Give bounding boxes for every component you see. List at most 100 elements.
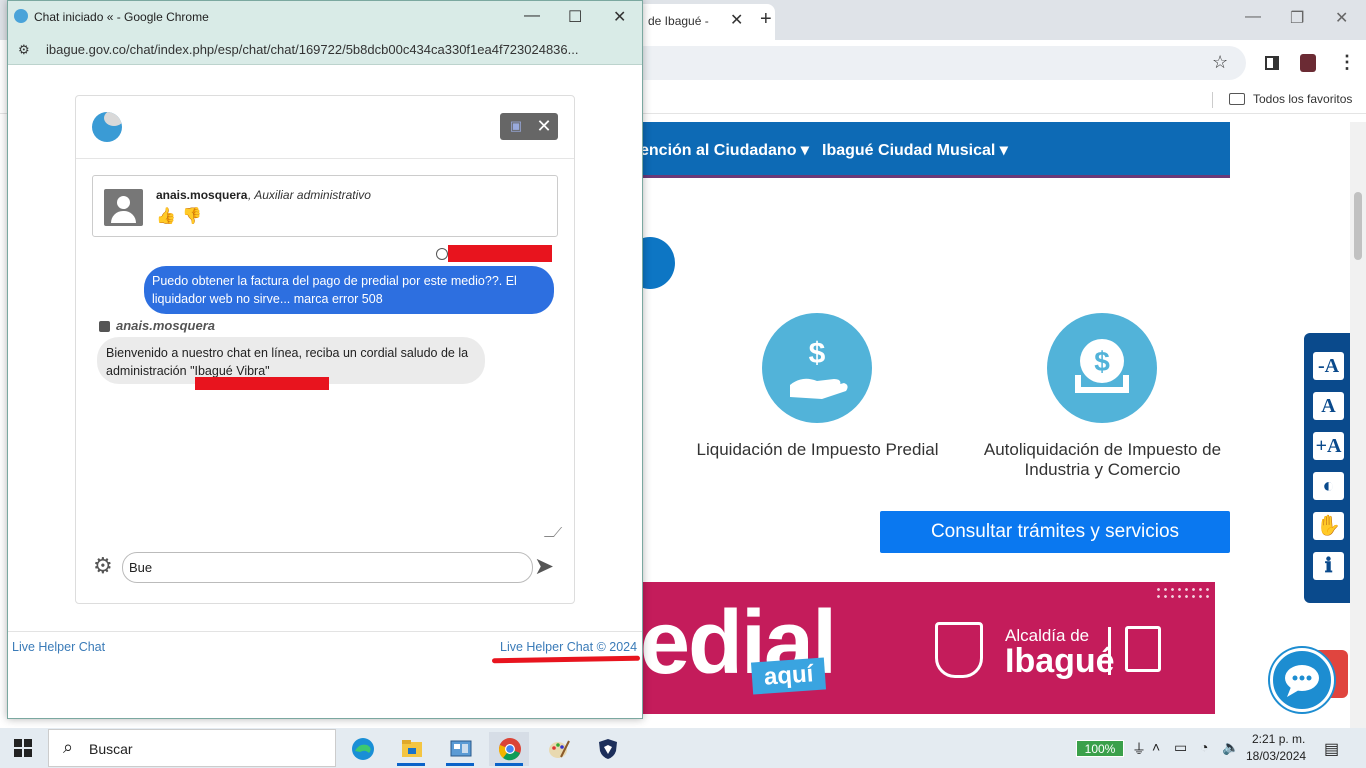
agent-avatar <box>104 189 143 226</box>
accessibility-toolbar: -A A +A ◐ ✋ ℹ <box>1304 333 1350 603</box>
tab-close-icon[interactable]: ✕ <box>730 10 743 30</box>
banner-ibague-label: Ibagué <box>1005 642 1115 680</box>
battery-icon[interactable]: ▭ <box>1174 739 1187 756</box>
service-label-predial[interactable]: Liquidación de Impuesto Predial <box>690 440 945 460</box>
clock-time[interactable]: 2:21 p. m. <box>1252 732 1305 746</box>
side-panel-icon[interactable] <box>1265 56 1279 70</box>
scrollbar-thumb[interactable] <box>1354 192 1362 260</box>
paint-icon[interactable] <box>538 732 578 766</box>
site-navigation: ención al Ciudadano ▾ Ibagué Ciudad Musi… <box>640 122 1230 178</box>
decrease-font-button[interactable]: -A <box>1313 352 1344 380</box>
service-label-industria[interactable]: Autoliquidación de Impuesto de Industria… <box>975 440 1230 480</box>
popup-title: Chat iniciado « - Google Chrome <box>34 10 209 24</box>
info-icon[interactable]: ℹ <box>1313 552 1344 580</box>
site-settings-icon[interactable]: ⚙ <box>18 42 30 58</box>
operator-icon <box>99 321 110 332</box>
battery-percentage[interactable]: 100% <box>1076 740 1124 757</box>
agent-name: anais.mosquera <box>156 188 248 202</box>
search-placeholder: Buscar <box>89 741 133 757</box>
chat-header: ▣ ✕ <box>76 96 574 159</box>
chrome-icon[interactable] <box>489 732 529 766</box>
browser-tab-title: de Ibagué - <box>648 14 709 28</box>
popup-titlebar[interactable]: Chat iniciado « - Google Chrome — ☐ ✕ <box>8 1 642 33</box>
notifications-icon[interactable]: ▤ <box>1324 739 1339 759</box>
windows-start-icon[interactable] <box>14 739 32 757</box>
wifi-icon[interactable]: ◔ <box>1200 739 1208 755</box>
chevron-up-icon[interactable]: ˄ <box>1152 739 1160 755</box>
edge-icon[interactable] <box>342 732 382 766</box>
operator-name-label: anais.mosquera <box>116 318 215 333</box>
svg-text:$: $ <box>809 337 826 370</box>
running-indicator <box>495 763 523 766</box>
footer-link-left[interactable]: Live Helper Chat <box>12 640 105 654</box>
coin-tray-icon[interactable]: $ <box>1047 313 1157 423</box>
popup-maximize-button[interactable]: ☐ <box>568 7 582 27</box>
popup-url-bar[interactable]: ⚙ ibague.gov.co/chat/index.php/esp/chat/… <box>8 33 642 65</box>
address-bar[interactable] <box>600 46 1246 80</box>
banner-aqui-badge: aquí <box>750 657 827 695</box>
bookmark-star-icon[interactable]: ☆ <box>1212 52 1228 73</box>
predial-banner[interactable]: edial aquí Alcaldía de Ibagué <box>640 582 1215 714</box>
visitor-message-bubble: Puedo obtener la factura del pago de pre… <box>144 266 554 314</box>
restore-button[interactable]: ❐ <box>1290 8 1304 28</box>
hand-money-icon[interactable]: $ <box>762 313 872 423</box>
bird-favicon-icon <box>14 9 28 23</box>
resize-grip-icon[interactable] <box>543 527 563 537</box>
popup-url-text[interactable]: ibague.gov.co/chat/index.php/esp/chat/ch… <box>46 42 636 57</box>
minimize-button[interactable]: — <box>1245 8 1261 26</box>
all-bookmarks-label[interactable]: Todos los favoritos <box>1253 92 1352 106</box>
footer-link-right[interactable]: Live Helper Chat © 2024 <box>500 640 637 654</box>
chat-card: ▣ ✕ anais.mosquera , Auxiliar administra… <box>75 95 575 604</box>
hand-cursor-icon[interactable]: ✋ <box>1313 512 1344 540</box>
file-explorer-icon[interactable] <box>391 732 431 766</box>
thumbs-up-icon[interactable]: 👍 <box>156 206 176 226</box>
popup-minimize-button[interactable]: — <box>524 7 540 25</box>
chrome-menu-icon[interactable]: ⋮ <box>1338 52 1356 73</box>
popup-footer-divider <box>8 631 642 632</box>
annotation-underline <box>491 655 641 664</box>
running-indicator <box>446 763 474 766</box>
agent-role: , Auxiliar administrativo <box>248 188 371 202</box>
agent-info-box: anais.mosquera , Auxiliar administrativo… <box>92 175 558 237</box>
chat-popup-window: Chat iniciado « - Google Chrome — ☐ ✕ ⚙ … <box>7 0 643 719</box>
new-tab-button[interactable]: + <box>760 8 772 31</box>
svg-text:$: $ <box>1094 346 1110 377</box>
control-panel-icon[interactable] <box>440 732 480 766</box>
page-scrollbar[interactable] <box>1350 122 1366 728</box>
visitor-icon <box>436 248 448 260</box>
running-indicator <box>397 763 425 766</box>
windows-taskbar: ⌕ Buscar 100% ⏚ ˄ ▭ ◔ 🔈 2:21 p. m. 18/03… <box>0 728 1366 768</box>
popup-close-button[interactable]: ✕ <box>613 7 626 27</box>
contrast-icon[interactable]: ◐ <box>1313 472 1344 500</box>
send-icon[interactable]: ➤ <box>534 552 554 581</box>
volume-icon[interactable]: 🔈 <box>1222 739 1239 756</box>
chat-bubble-icon[interactable] <box>1270 648 1334 712</box>
increase-font-button[interactable]: +A <box>1313 432 1344 460</box>
close-window-button[interactable]: ✕ <box>1335 8 1348 28</box>
bookmarks-divider <box>1212 92 1213 108</box>
taskbar-search[interactable]: ⌕ Buscar <box>48 729 336 767</box>
profile-avatar[interactable] <box>1300 54 1316 72</box>
music-logo-icon <box>1125 626 1161 672</box>
search-icon: ⌕ <box>63 737 74 757</box>
redaction-mark <box>448 245 552 262</box>
browser-tab[interactable]: de Ibagué - ✕ <box>630 4 775 40</box>
chat-header-buttons: ▣ ✕ <box>500 113 558 140</box>
consult-services-button[interactable]: Consultar trámites y servicios <box>880 511 1230 553</box>
gear-icon[interactable]: ⚙ <box>93 553 113 579</box>
clock-date[interactable]: 18/03/2024 <box>1246 749 1306 763</box>
nav-item-atencion[interactable]: ención al Ciudadano ▾ <box>640 140 809 160</box>
close-chat-icon[interactable]: ✕ <box>534 115 554 137</box>
shield-app-icon[interactable] <box>587 732 627 766</box>
plug-icon[interactable]: ⏚ <box>1132 739 1146 759</box>
popout-icon[interactable]: ▣ <box>506 117 526 135</box>
thumbs-down-icon[interactable]: 👎 <box>182 206 202 226</box>
bird-logo-icon <box>92 112 122 142</box>
reset-font-button[interactable]: A <box>1313 392 1344 420</box>
folder-icon[interactable] <box>1229 93 1245 105</box>
redaction-mark <box>195 377 329 390</box>
message-input[interactable] <box>122 552 533 583</box>
nav-item-ciudad-musical[interactable]: Ibagué Ciudad Musical ▾ <box>822 140 1008 160</box>
banner-dots-decoration <box>1155 586 1213 600</box>
banner-separator <box>1108 627 1111 675</box>
